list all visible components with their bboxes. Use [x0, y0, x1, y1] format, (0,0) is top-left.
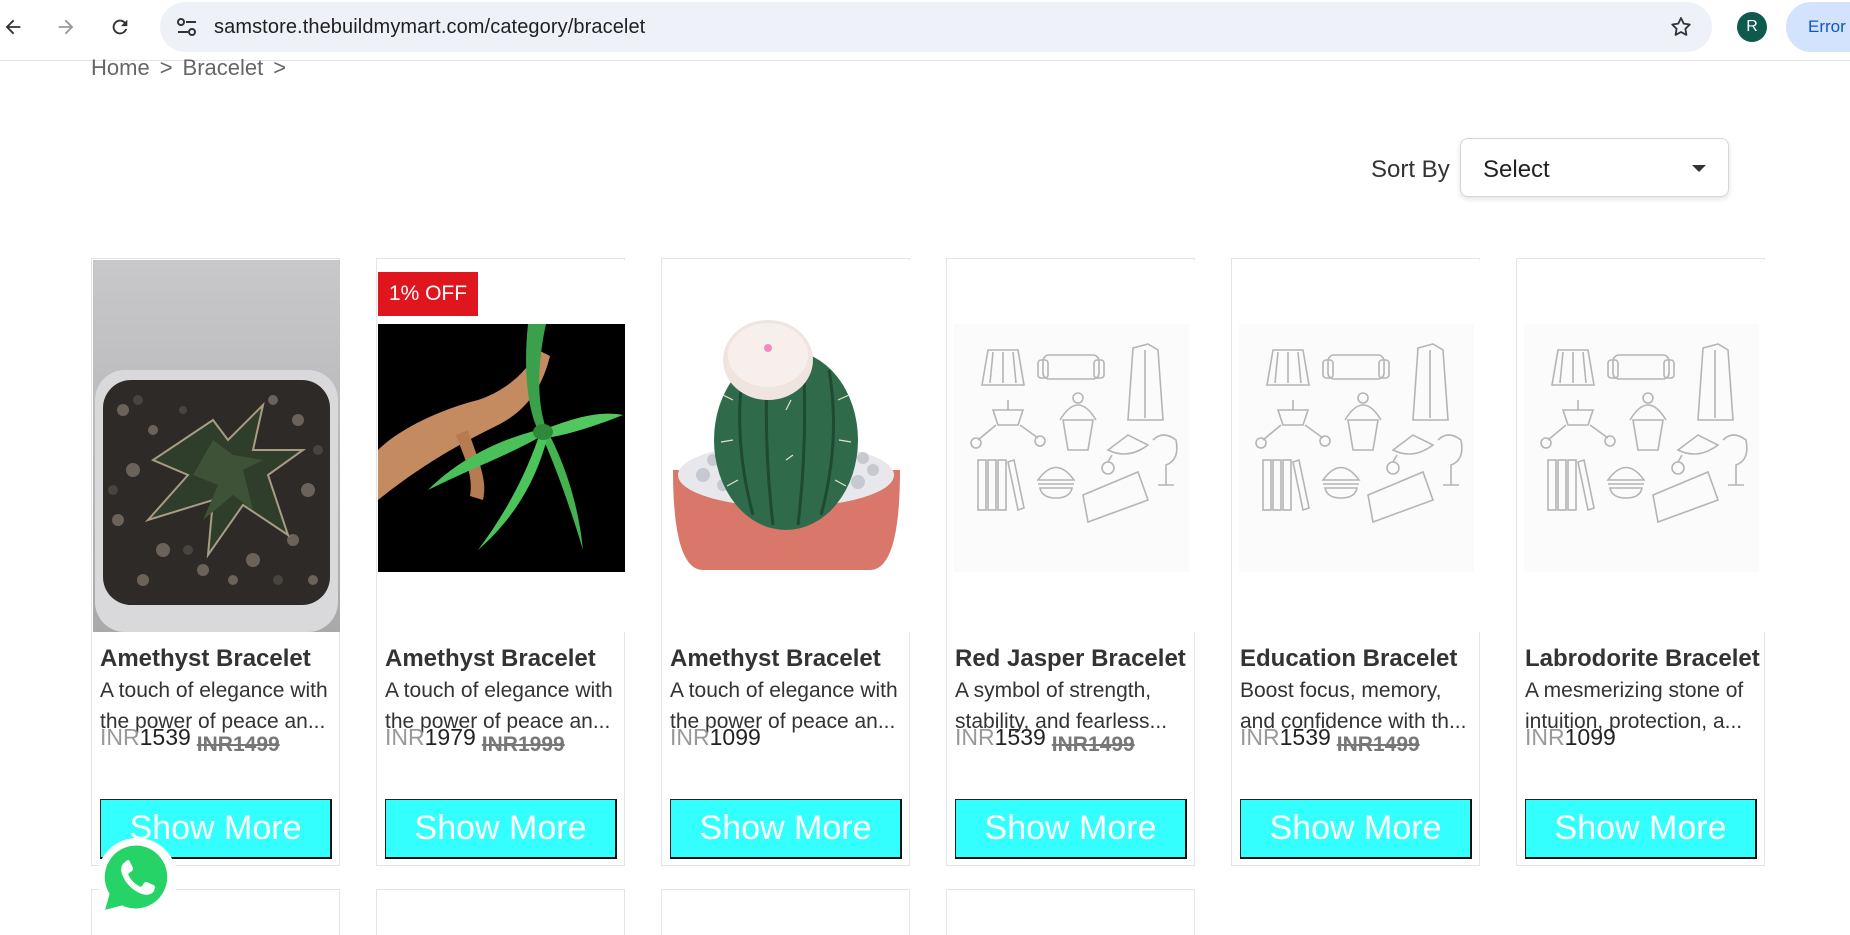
- price-value: 1099: [709, 724, 761, 750]
- forward-button[interactable]: [49, 10, 83, 44]
- product-price: INR1539 INR1499: [100, 724, 280, 756]
- product-card[interactable]: Labrodorite Bracelet A mesmerizing stone…: [1516, 258, 1765, 866]
- site-settings-icon[interactable]: [174, 15, 200, 39]
- price-value: 1539: [994, 724, 1046, 750]
- product-image-cactus[interactable]: [663, 260, 910, 632]
- old-price: INR1499: [196, 733, 280, 756]
- sort-selected-value: Select: [1483, 156, 1550, 183]
- caret-down-icon: [1692, 165, 1706, 172]
- price-value: 1979: [424, 724, 476, 750]
- breadcrumb-bracelet[interactable]: Bracelet: [183, 55, 264, 81]
- back-arrow-icon: [5, 19, 21, 35]
- product-name[interactable]: Education Bracelet: [1240, 645, 1457, 673]
- product-image-placeholder[interactable]: [1518, 260, 1765, 632]
- price-currency: INR: [670, 724, 710, 750]
- url-text: samstore.thebuildmymart.com/category/bra…: [214, 16, 646, 38]
- product-name[interactable]: Red Jasper Bracelet: [955, 645, 1186, 673]
- product-price: INR1979 INR1999: [385, 724, 565, 756]
- show-more-button[interactable]: Show More: [1240, 799, 1472, 859]
- product-card[interactable]: 1% OFF Amethyst Bracelet A touch of eleg…: [376, 258, 625, 866]
- price-value: 1539: [1279, 724, 1331, 750]
- price-currency: INR: [100, 724, 140, 750]
- product-card[interactable]: Amethyst Bracelet A touch of elegance wi…: [91, 258, 340, 866]
- address-bar[interactable]: samstore.thebuildmymart.com/category/bra…: [160, 2, 1712, 52]
- product-name[interactable]: Labrodorite Bracelet: [1525, 645, 1760, 673]
- product-price: INR1539 INR1499: [955, 724, 1135, 756]
- old-price: INR1499: [1336, 733, 1420, 756]
- breadcrumb: Home > Bracelet >: [91, 55, 286, 81]
- product-price: INR1099: [1525, 724, 1616, 751]
- price-value: 1099: [1564, 724, 1616, 750]
- show-more-button[interactable]: Show More: [670, 799, 902, 859]
- price-currency: INR: [1525, 724, 1565, 750]
- breadcrumb-separator: >: [273, 55, 287, 80]
- show-more-button[interactable]: Show More: [955, 799, 1187, 859]
- product-card-partial[interactable]: [376, 889, 625, 935]
- forward-arrow-icon: [58, 19, 74, 35]
- product-name[interactable]: Amethyst Bracelet: [385, 645, 596, 673]
- error-chip[interactable]: Error: [1786, 2, 1850, 52]
- product-image-placeholder[interactable]: [1233, 260, 1480, 632]
- product-card[interactable]: Education Bracelet Boost focus, memory, …: [1231, 258, 1480, 866]
- old-price: INR1999: [481, 733, 565, 756]
- show-more-button[interactable]: Show More: [385, 799, 617, 859]
- product-name[interactable]: Amethyst Bracelet: [670, 645, 881, 673]
- product-price: INR1099: [670, 724, 761, 751]
- sort-by-label: Sort By: [1371, 156, 1450, 183]
- browser-toolbar: samstore.thebuildmymart.com/category/bra…: [0, 0, 1850, 61]
- back-button[interactable]: [0, 10, 30, 44]
- product-price: INR1539 INR1499: [1240, 724, 1420, 756]
- reload-icon: [112, 19, 128, 35]
- price-currency: INR: [1240, 724, 1280, 750]
- price-currency: INR: [385, 724, 425, 750]
- reload-button[interactable]: [103, 10, 137, 44]
- product-image-succulent[interactable]: [93, 260, 340, 632]
- product-card[interactable]: Red Jasper Bracelet A symbol of strength…: [946, 258, 1195, 866]
- show-more-button[interactable]: Show More: [1525, 799, 1757, 859]
- whatsapp-icon: [97, 838, 177, 918]
- product-card-partial[interactable]: [946, 889, 1195, 935]
- product-name[interactable]: Amethyst Bracelet: [100, 645, 311, 673]
- product-card-partial[interactable]: [661, 889, 910, 935]
- old-price: INR1499: [1051, 733, 1135, 756]
- breadcrumb-separator: >: [159, 55, 173, 80]
- price-currency: INR: [955, 724, 995, 750]
- discount-badge: 1% OFF: [378, 272, 478, 316]
- product-image-placeholder[interactable]: [948, 260, 1195, 632]
- product-card[interactable]: Amethyst Bracelet A touch of elegance wi…: [661, 258, 910, 866]
- sort-select[interactable]: Select: [1460, 138, 1729, 197]
- price-value: 1539: [139, 724, 191, 750]
- whatsapp-button[interactable]: [95, 836, 179, 920]
- breadcrumb-home[interactable]: Home: [91, 55, 150, 81]
- profile-avatar[interactable]: R: [1737, 12, 1767, 42]
- bookmark-star-icon[interactable]: [1668, 14, 1694, 40]
